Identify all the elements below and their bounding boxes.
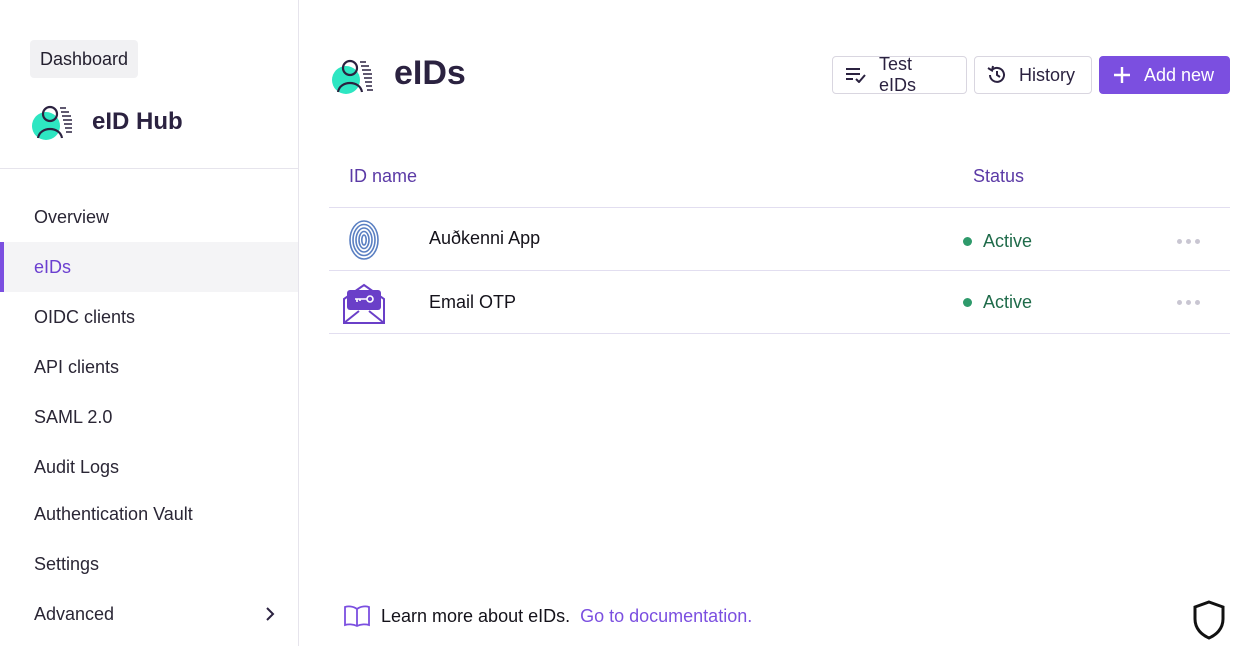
eid-name[interactable]: Email OTP	[429, 292, 516, 313]
sidebar-item-settings[interactable]: Settings	[0, 539, 298, 589]
sidebar-item-label: Settings	[34, 554, 100, 574]
status-badge: Active	[963, 231, 1032, 252]
history-button[interactable]: History	[974, 56, 1092, 94]
footer-help: Learn more about eIDs. Go to documentati…	[343, 604, 752, 628]
sidebar-item-oidc-clients[interactable]: OIDC clients	[0, 292, 298, 342]
add-new-label: Add new	[1144, 64, 1215, 85]
sidebar-nav: Overview eIDs OIDC clients API clients S…	[0, 192, 298, 639]
sidebar-item-label: SAML 2.0	[34, 407, 113, 427]
sidebar-item-label: Advanced	[34, 604, 115, 624]
history-icon	[987, 65, 1005, 83]
documentation-link[interactable]: Go to documentation.	[580, 606, 752, 627]
sidebar-item-eids[interactable]: eIDs	[0, 242, 298, 292]
status-label: Active	[983, 231, 1033, 251]
dashboard-button[interactable]: Dashboard	[30, 40, 139, 78]
eid-hub-logo-icon	[32, 105, 72, 140]
table-divider	[329, 333, 1230, 334]
more-options-icon[interactable]	[1177, 239, 1201, 245]
fingerprint-icon	[349, 220, 379, 260]
brand-name: eID Hub	[92, 108, 183, 135]
test-eids-button[interactable]: Test eIDs	[832, 54, 967, 95]
sidebar-item-audit-logs[interactable]: Audit Logs	[0, 442, 298, 492]
status-badge: Active	[963, 292, 1032, 313]
page-title: eIDs	[394, 54, 466, 92]
sidebar-item-label: Audit Logs	[34, 457, 120, 477]
sidebar-item-advanced[interactable]: Advanced	[0, 589, 298, 639]
sidebar-item-api-clients[interactable]: API clients	[0, 342, 298, 392]
test-eids-label: Test eIDs	[879, 54, 917, 95]
sidebar-item-authentication-vault[interactable]: Authentication Vault	[0, 492, 298, 536]
column-header-status[interactable]: Status	[973, 166, 1024, 187]
book-icon	[344, 605, 370, 628]
shield-icon[interactable]	[1192, 600, 1226, 640]
list-check-icon	[846, 68, 866, 83]
sidebar-item-overview[interactable]: Overview	[0, 192, 298, 242]
eids-logo-icon	[332, 59, 373, 94]
plus-icon	[1114, 67, 1130, 83]
history-label: History	[1019, 64, 1076, 85]
status-dot-icon	[963, 298, 972, 307]
sidebar-item-label: API clients	[34, 357, 120, 377]
brand: eID Hub	[30, 102, 183, 142]
sidebar-item-label: Authentication Vault	[34, 504, 193, 524]
sidebar-item-label: OIDC clients	[34, 307, 136, 327]
status-label: Active	[983, 292, 1033, 312]
more-options-icon[interactable]	[1177, 300, 1201, 306]
column-header-id-name[interactable]: ID name	[349, 166, 417, 187]
eid-name[interactable]: Auðkenni App	[429, 228, 540, 249]
sidebar-divider	[0, 168, 299, 169]
chevron-right-icon	[266, 607, 275, 621]
email-key-icon	[343, 283, 385, 324]
add-new-button[interactable]: Add new	[1099, 56, 1230, 94]
table-row[interactable]: Auðkenni App Active	[329, 208, 1230, 270]
sidebar: Dashboard eID Hub Overview eIDs OIDC cli…	[0, 0, 299, 646]
table-row[interactable]: Email OTP Active	[329, 271, 1230, 333]
footer-text: Learn more about eIDs.	[381, 605, 571, 626]
sidebar-item-label: Overview	[34, 207, 110, 227]
status-dot-icon	[963, 237, 972, 246]
sidebar-item-saml[interactable]: SAML 2.0	[0, 392, 298, 442]
sidebar-item-label: eIDs	[34, 257, 72, 277]
